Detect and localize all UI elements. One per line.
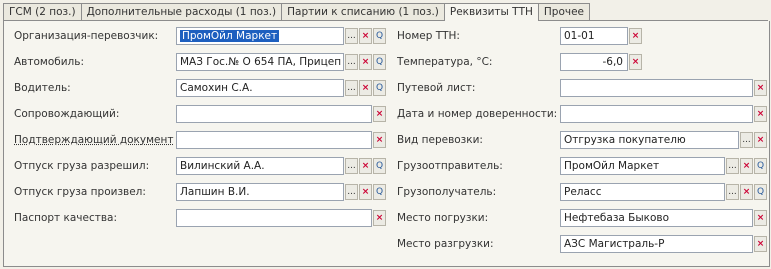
- release-allowed-field[interactable]: Вилинский А.А.: [176, 157, 344, 175]
- release-made-select-button[interactable]: ...: [345, 184, 358, 200]
- loading-place-clear-button[interactable]: ×: [754, 210, 767, 226]
- release-made-label: Отпуск груза произвел:: [14, 186, 146, 198]
- tab-other[interactable]: Прочее: [537, 3, 591, 20]
- carrier-field[interactable]: ПромОйл Маркет: [176, 27, 344, 45]
- transport-type-label: Вид перевозки:: [397, 134, 483, 146]
- unloading-place-field[interactable]: АЗС Магистраль-Р: [560, 235, 753, 253]
- shipper-label: Грузоотправитель:: [397, 160, 503, 172]
- transport-type-clear-button[interactable]: ×: [754, 132, 767, 148]
- release-made-open-button[interactable]: Q: [373, 184, 386, 200]
- waybill-field[interactable]: [560, 79, 753, 97]
- release-allowed-select-button[interactable]: ...: [345, 158, 358, 174]
- quality-passport-label: Паспорт качества:: [14, 212, 118, 224]
- confirm-doc-clear-button[interactable]: ×: [373, 132, 386, 148]
- power-of-attorney-clear-button[interactable]: ×: [754, 106, 767, 122]
- ttn-number-label: Номер ТТН:: [397, 30, 460, 42]
- escort-label: Сопровождающий:: [14, 108, 120, 120]
- shipper-clear-button[interactable]: ×: [740, 158, 753, 174]
- vehicle-clear-button[interactable]: ×: [359, 54, 372, 70]
- consignee-label: Грузополучатель:: [397, 186, 497, 198]
- release-allowed-label: Отпуск груза разрешил:: [14, 160, 150, 172]
- loading-place-field[interactable]: Нефтебаза Быково: [560, 209, 753, 227]
- consignee-clear-button[interactable]: ×: [740, 184, 753, 200]
- driver-open-button[interactable]: Q: [373, 80, 386, 96]
- vehicle-label: Автомобиль:: [14, 56, 84, 68]
- shipper-select-button[interactable]: ...: [726, 158, 739, 174]
- ttn-number-field[interactable]: 01-01: [560, 27, 628, 45]
- unloading-place-label: Место разгрузки:: [397, 238, 494, 250]
- power-of-attorney-label: Дата и номер доверенности:: [397, 108, 557, 120]
- ttn-number-clear-button[interactable]: ×: [629, 28, 642, 44]
- release-made-field[interactable]: Лапшин В.И.: [176, 183, 344, 201]
- release-allowed-open-button[interactable]: Q: [373, 158, 386, 174]
- tab-fuel[interactable]: ГСМ (2 поз.): [3, 3, 82, 20]
- shipper-open-button[interactable]: Q: [754, 158, 767, 174]
- quality-passport-clear-button[interactable]: ×: [373, 210, 386, 226]
- escort-clear-button[interactable]: ×: [373, 106, 386, 122]
- consignee-select-button[interactable]: ...: [726, 184, 739, 200]
- tab-ttn-details[interactable]: Реквизиты ТТН: [443, 3, 539, 21]
- driver-clear-button[interactable]: ×: [359, 80, 372, 96]
- carrier-select-button[interactable]: ...: [345, 28, 358, 44]
- carrier-open-button[interactable]: Q: [373, 28, 386, 44]
- carrier-clear-button[interactable]: ×: [359, 28, 372, 44]
- unloading-place-clear-button[interactable]: ×: [754, 236, 767, 252]
- vehicle-field[interactable]: МАЗ Гос.№ О 654 ПА, Прицеп: [176, 53, 344, 71]
- driver-label: Водитель:: [14, 82, 71, 94]
- driver-field[interactable]: Самохин С.А.: [176, 79, 344, 97]
- waybill-label: Путевой лист:: [397, 82, 476, 94]
- tab-extra-expenses[interactable]: Дополнительные расходы (1 поз.): [80, 3, 283, 20]
- transport-type-field[interactable]: Отгрузка покупателю: [560, 131, 739, 149]
- temperature-label: Температура, °С:: [397, 56, 493, 68]
- transport-type-select-button[interactable]: ...: [740, 132, 753, 148]
- carrier-label: Организация-перевозчик:: [14, 30, 159, 42]
- tab-bar: ГСМ (2 поз.) Дополнительные расходы (1 п…: [3, 2, 768, 21]
- shipper-field[interactable]: ПромОйл Маркет: [560, 157, 725, 175]
- escort-field[interactable]: [176, 105, 372, 123]
- vehicle-open-button[interactable]: Q: [373, 54, 386, 70]
- ttn-details-panel: Организация-перевозчик: ПромОйл Маркет .…: [3, 21, 770, 267]
- driver-select-button[interactable]: ...: [345, 80, 358, 96]
- consignee-field[interactable]: Реласс: [560, 183, 725, 201]
- temperature-field[interactable]: -6,0: [560, 53, 628, 71]
- loading-place-label: Место погрузки:: [397, 212, 489, 224]
- confirm-doc-field[interactable]: [176, 131, 372, 149]
- consignee-open-button[interactable]: Q: [754, 184, 767, 200]
- waybill-clear-button[interactable]: ×: [754, 80, 767, 96]
- temperature-clear-button[interactable]: ×: [629, 54, 642, 70]
- power-of-attorney-field[interactable]: [560, 105, 753, 123]
- release-made-clear-button[interactable]: ×: [359, 184, 372, 200]
- confirm-doc-label[interactable]: Подтверждающий документ:: [14, 131, 174, 149]
- tab-batches-writeoff[interactable]: Партии к списанию (1 поз.): [281, 3, 445, 20]
- release-allowed-clear-button[interactable]: ×: [359, 158, 372, 174]
- vehicle-select-button[interactable]: ...: [345, 54, 358, 70]
- quality-passport-field[interactable]: [176, 209, 372, 227]
